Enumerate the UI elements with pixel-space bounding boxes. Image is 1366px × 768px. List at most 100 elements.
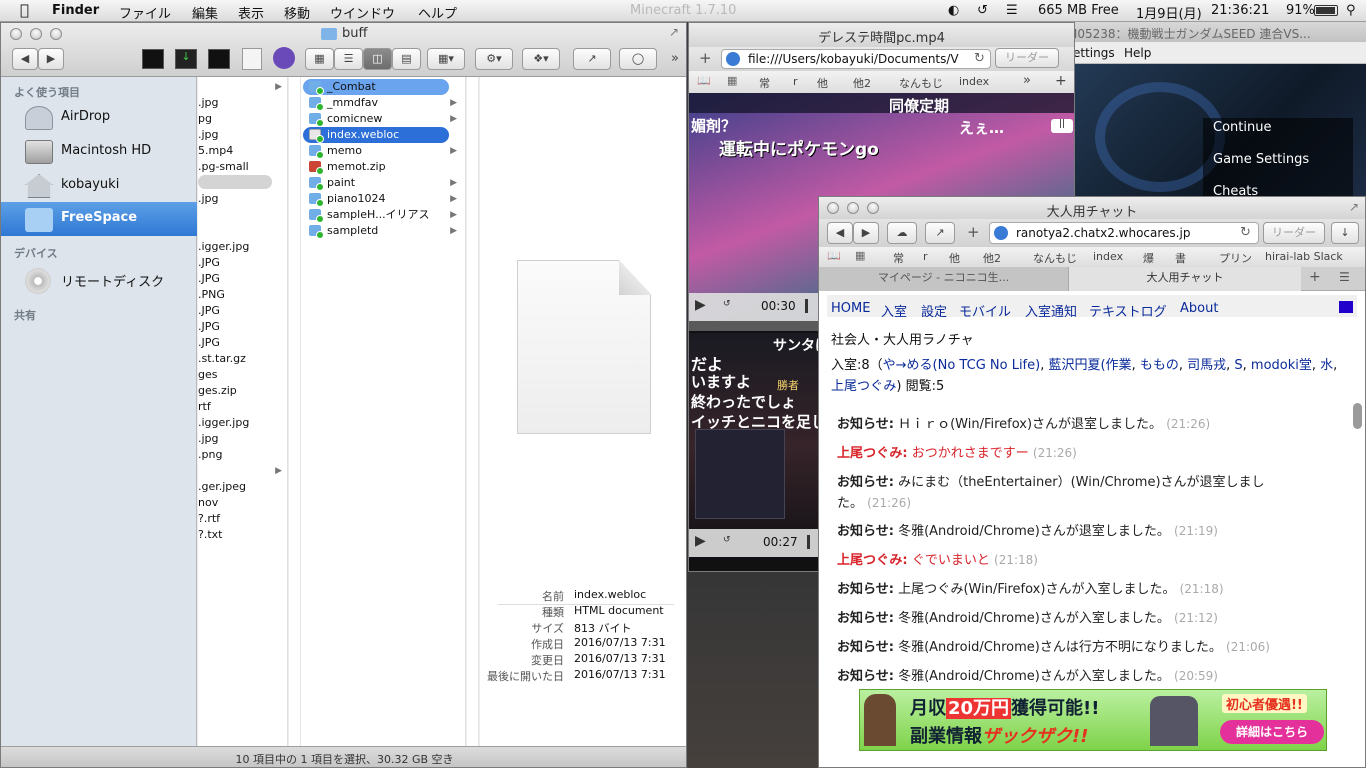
video-url[interactable]: file:///Users/kobayuki/Documents/V [748, 52, 959, 66]
play-icon[interactable]: ▶ [695, 533, 706, 549]
topsites-icon[interactable]: ▦ [855, 249, 865, 262]
video-address-bar[interactable]: file:///Users/kobayuki/Documents/V ↻ [721, 49, 991, 69]
icon-view-button[interactable]: ▦ [305, 48, 334, 70]
member-link[interactable]: 司馬戎 [1187, 358, 1226, 373]
nav-home[interactable]: HOME [831, 301, 870, 316]
file-entry[interactable]: .JPG [198, 303, 220, 319]
tab-niconico[interactable]: マイページ - ニコニコ生... [819, 267, 1069, 291]
menu-view[interactable]: 表示 [238, 3, 264, 22]
rewind-30-icon[interactable]: ↺ [723, 299, 731, 309]
chat-fav-0[interactable]: 常 [893, 250, 904, 266]
file-entry[interactable]: ges.zip [198, 383, 237, 399]
file-entry[interactable]: .st.tar.gz [198, 351, 246, 367]
bookmarks-icon[interactable]: 📖 [697, 74, 711, 87]
bookmarks-icon[interactable]: 📖 [827, 249, 841, 262]
file-entry[interactable]: 5.mp4 [198, 143, 233, 159]
member-link[interactable]: modoki堂 [1251, 358, 1312, 373]
file-entry[interactable]: ?.rtf [198, 511, 220, 527]
back-button[interactable]: ◀ [827, 222, 853, 244]
rewind-30-icon[interactable]: ↺ [723, 535, 731, 545]
fullscreen-icon[interactable]: ↗ [1349, 200, 1359, 214]
list-view-button[interactable]: ☰ [334, 48, 363, 70]
game-menu-continue[interactable]: Continue [1213, 120, 1271, 135]
sidebar-item-kobayuki[interactable]: kobayuki [1, 169, 197, 201]
emulator-menu-settings[interactable]: ettings [1073, 46, 1115, 60]
zoom-button[interactable] [50, 28, 62, 40]
file-entry[interactable]: paint ▶ [303, 175, 463, 191]
chat-fav-3[interactable]: 他2 [983, 250, 1001, 266]
downloads-button[interactable]: ↓ [1331, 222, 1359, 244]
file-entry[interactable]: comicnew ▶ [303, 111, 463, 127]
memory-status[interactable]: 665 MB Free [1038, 3, 1119, 18]
arrange-button[interactable]: ▦▾ [427, 48, 465, 70]
topsites-icon[interactable]: ▦ [727, 74, 737, 87]
menu-window[interactable]: ウインドウ [330, 3, 395, 22]
sidebar-item-macintosh-hd[interactable]: Macintosh HD [1, 135, 197, 167]
reload-icon[interactable]: ↻ [1240, 225, 1251, 240]
menu-file[interactable]: ファイル [119, 3, 171, 22]
sidebar-item-airdrop[interactable]: AirDrop [1, 101, 197, 133]
nav-textlog[interactable]: テキストログ [1089, 301, 1167, 320]
member-link[interactable]: や→める(No TCG No Life) [883, 358, 1041, 373]
nav-settings[interactable]: 設定 [921, 301, 947, 320]
scrubber-1[interactable] [805, 299, 808, 313]
file-entry[interactable]: _mmdfav ▶ [303, 95, 463, 111]
color-swatch[interactable] [1339, 301, 1353, 313]
member-link[interactable]: ももの [1140, 358, 1179, 373]
file-entry[interactable]: sampletd ▶ [303, 223, 463, 239]
tags-button[interactable]: ◯ [619, 48, 657, 70]
file-entry[interactable]: .igger.jpg [198, 239, 249, 255]
document-icon[interactable] [242, 48, 262, 70]
file-entry[interactable]: ?.txt [198, 527, 222, 543]
file-entry[interactable]: sampleH...イリアス ▶ [303, 207, 463, 223]
file-entry[interactable]: .ger.jpeg [198, 479, 246, 495]
new-tab-button[interactable]: + [699, 49, 712, 67]
icloud-tabs-button[interactable]: ☁ [887, 222, 917, 244]
menu-help[interactable]: ヘルプ [418, 3, 457, 22]
coverflow-view-button[interactable]: ▤ [392, 48, 421, 70]
chat-fav-9[interactable]: hirai-lab Slack [1265, 250, 1343, 263]
chat-url[interactable]: ranotya2.chatx2.whocares.jp [1016, 226, 1190, 240]
file-entry[interactable]: .PNG [198, 287, 225, 303]
chat-fav-1[interactable]: r [923, 250, 928, 263]
terminal-icon[interactable] [142, 49, 164, 69]
fullscreen-icon[interactable]: ↗ [669, 25, 679, 39]
ad-banner[interactable]: 月収 20万円 獲得可能!! 副業情報ザックザク!! 初心者優遇!! 詳細はこちら [859, 689, 1327, 751]
nav-notify[interactable]: 入室通知 [1025, 301, 1077, 320]
scrubber-2[interactable] [807, 535, 810, 549]
file-entry[interactable]: .JPG [198, 255, 220, 271]
video-fav-0[interactable]: 常 [759, 75, 770, 91]
file-entry[interactable]: index.webloc [303, 127, 449, 143]
spotlight-icon[interactable]: ⚲ [1346, 3, 1356, 18]
time-machine-icon[interactable]: ↺ [977, 3, 988, 18]
back-button[interactable]: ◀ [12, 48, 38, 70]
file-entry[interactable]: .igger.jpg [198, 415, 249, 431]
file-entry[interactable]: .JPG [198, 335, 220, 351]
member-link[interactable]: 水 [1320, 358, 1333, 373]
video-fav-3[interactable]: 他2 [853, 75, 871, 91]
file-entry[interactable]: nov [198, 495, 218, 511]
file-entry[interactable]: piano1024 ▶ [303, 191, 463, 207]
chat-reader-button[interactable]: リーダー [1263, 222, 1325, 244]
share-button[interactable]: ↗ [573, 48, 611, 70]
game-menu-settings[interactable]: Game Settings [1213, 152, 1309, 167]
file-entry[interactable]: .pg-small [198, 159, 249, 175]
pause-overlay-icon[interactable]: || [1051, 119, 1073, 133]
chat-fav-6[interactable]: 爆 [1143, 250, 1154, 266]
member-link[interactable]: 藍沢円夏(作業 [1048, 358, 1131, 373]
nav-about[interactable]: About [1180, 301, 1218, 316]
tab-overview-icon[interactable]: ☰ [1339, 270, 1350, 284]
file-entry[interactable]: .jpg [198, 127, 219, 143]
menu-edit[interactable]: 編集 [192, 3, 218, 22]
file-entry[interactable]: _Combat [303, 79, 449, 95]
reload-icon[interactable]: ↻ [974, 51, 985, 66]
sync-icon[interactable]: ◐ [948, 3, 959, 18]
chat-scrollbar[interactable] [1353, 403, 1362, 429]
video-reader-button[interactable]: リーダー [995, 48, 1059, 68]
terminal-icon-2[interactable] [208, 49, 230, 69]
app-icon[interactable] [273, 47, 295, 69]
selected-folder-row[interactable] [198, 175, 272, 189]
ad-details-button[interactable]: 詳細はこちら [1220, 720, 1324, 744]
forward-button[interactable]: ▶ [38, 48, 64, 70]
battery-percent[interactable]: 91% [1286, 3, 1315, 18]
